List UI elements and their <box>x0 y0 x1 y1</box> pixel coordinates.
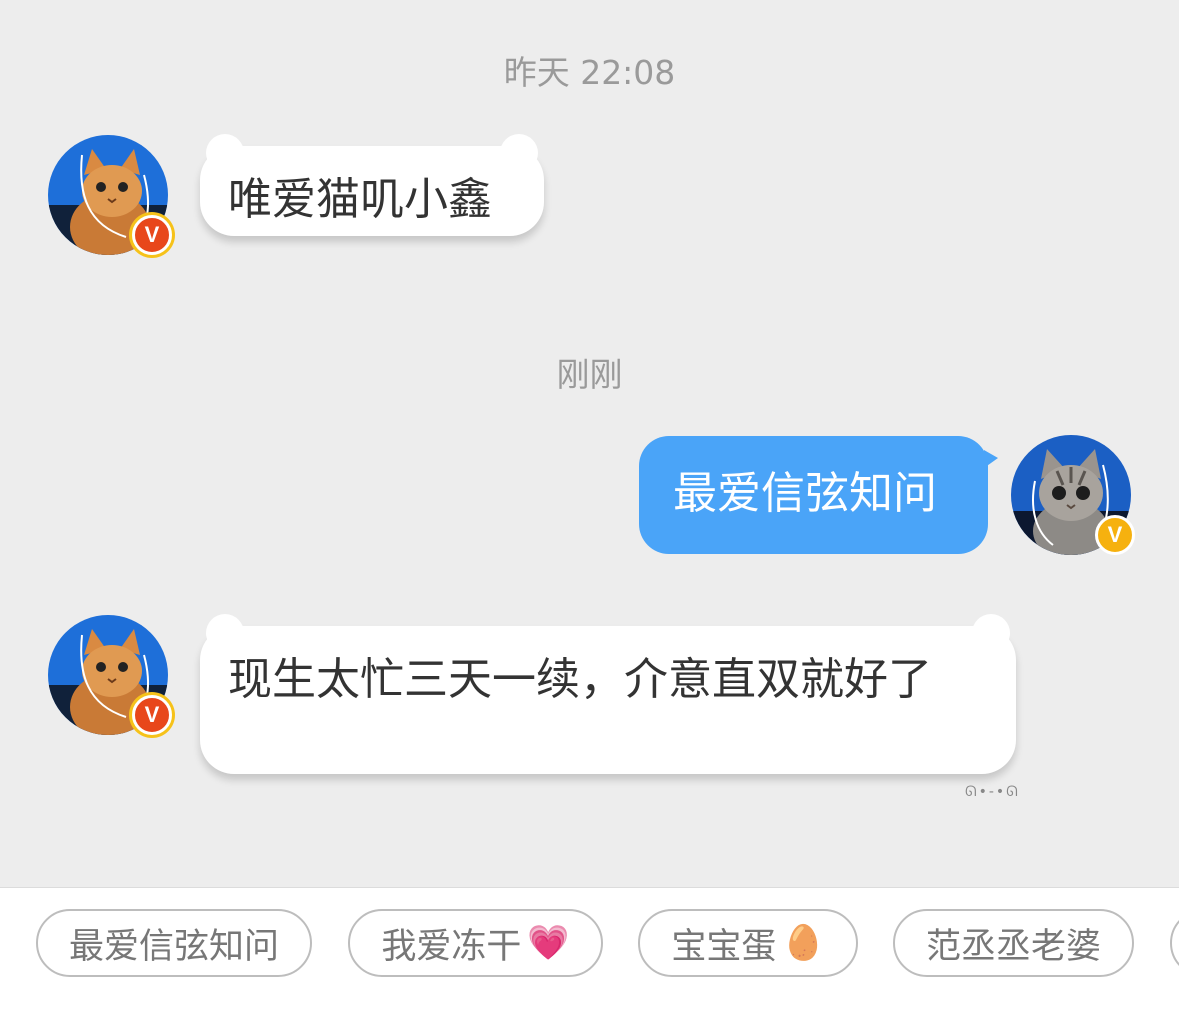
message-text: 唯爱猫叽小鑫 <box>228 174 492 225</box>
chat-area[interactable]: 昨天 22:08 V 唯爱猫叽小鑫 刚刚 最爱信弦知问 V V 现生太忙三天一续… <box>0 0 1179 888</box>
quick-reply-chip[interactable]: 宝宝蛋 🥚 <box>638 909 858 977</box>
quick-reply-chip-partial[interactable] <box>1170 909 1179 977</box>
my-avatar[interactable]: V <box>1011 435 1135 555</box>
quick-reply-bar[interactable]: 最爱信弦知问 我爱冻干 💗 宝宝蛋 🥚 范丞丞老婆 <box>0 888 1179 1012</box>
bubble-tail <box>984 450 998 468</box>
quick-reply-chip[interactable]: 最爱信弦知问 <box>36 909 312 977</box>
quick-reply-chip[interactable]: 我爱冻干 💗 <box>348 909 603 977</box>
bubble-ear-decoration <box>972 614 1010 652</box>
chip-label: 宝宝蛋 <box>671 926 777 967</box>
contact-avatar[interactable]: V <box>48 615 172 735</box>
timestamp: 刚刚 <box>556 355 623 394</box>
bubble-ear-decoration <box>206 134 244 172</box>
received-message-bubble[interactable]: 现生太忙三天一续，介意直双就好了 <box>200 614 1016 774</box>
sent-message-bubble[interactable]: 最爱信弦知问 <box>639 436 998 554</box>
bubble-paw-decoration-icon: ᘏ•-•ᘏ <box>965 784 1020 800</box>
chip-label: 范丞丞老婆 <box>925 926 1101 967</box>
quick-reply-chip[interactable]: 范丞丞老婆 <box>893 909 1134 977</box>
pink-heart-icon: 💗 <box>527 923 570 963</box>
contact-avatar[interactable]: V <box>48 135 172 255</box>
message-text: 现生太忙三天一续，介意直双就好了 <box>228 654 932 705</box>
bubble-ear-decoration <box>206 614 244 652</box>
verified-v-icon: V <box>132 215 172 255</box>
chip-label: 最爱信弦知问 <box>68 926 279 967</box>
egg-icon: 🥚 <box>782 923 825 963</box>
bubble-ear-decoration <box>500 134 538 172</box>
verified-v-icon: V <box>1095 515 1135 555</box>
message-text: 最爱信弦知问 <box>673 468 937 519</box>
timestamp: 昨天 22:08 <box>503 53 676 92</box>
received-message-bubble[interactable]: 唯爱猫叽小鑫 <box>200 134 544 236</box>
verified-v-icon: V <box>132 695 172 735</box>
chip-label: 我爱冻干 <box>381 926 522 967</box>
